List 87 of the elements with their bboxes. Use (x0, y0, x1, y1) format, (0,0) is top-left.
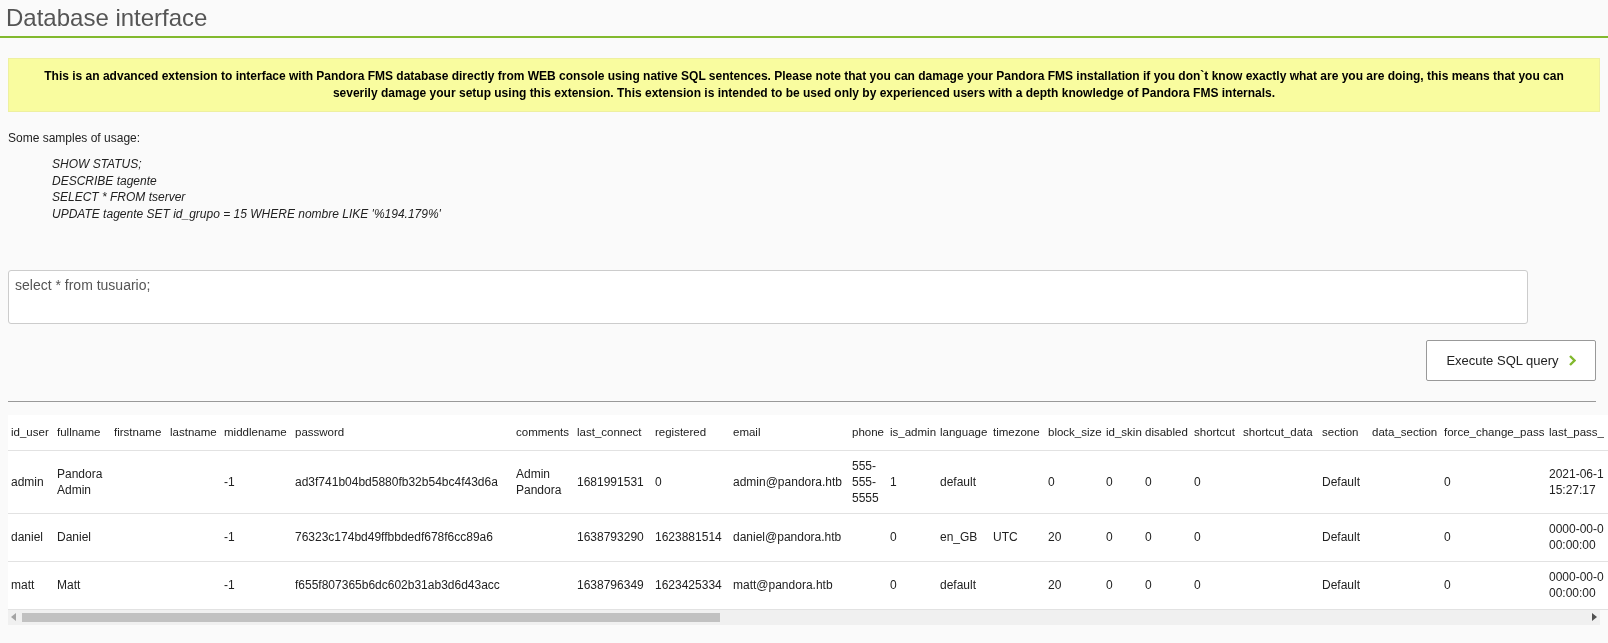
table-cell: Admin Pandora (516, 466, 562, 497)
table-cell: 1638796349 (577, 578, 644, 592)
column-header: fullname (57, 425, 101, 438)
column-header: shortcut (1194, 425, 1235, 438)
column-header: password (295, 425, 345, 438)
column-header: comments (516, 425, 570, 438)
table-cell: 0 (655, 474, 662, 489)
table-cell: 1623425334 (655, 578, 722, 592)
column-header: firstname (114, 425, 162, 438)
warning-message: This is an advanced extension to interface with Pandora FMS database directly from WEB console using native SQL sentences. Please note that you can damage your Pandora FMS installation if you don`t know exactly what are you are doing, this means that you can severily damage your setup using this extension. This extension is intended to be used only by experienced users with a depth knowledge of Pandora FMS internals. (8, 58, 1600, 112)
table-cell: 0 (1145, 530, 1152, 544)
table-cell: daniel@pandora.htb (733, 530, 842, 544)
table-cell: Daniel (57, 530, 92, 544)
table-cell: 0 (1444, 578, 1451, 592)
table-cell: -1 (224, 578, 235, 592)
table-cell: 0000-00-0 00:00:00 (1549, 522, 1604, 552)
column-header: phone (852, 425, 884, 438)
table-cell: 555-555-5555 (852, 458, 879, 505)
column-header: id_user (11, 425, 49, 438)
column-header: force_change_pass (1444, 425, 1545, 438)
table-cell: f655f807365b6dc602b31ab3d6d43acc (295, 578, 500, 592)
table-cell: 0 (890, 578, 897, 592)
table-cell: 20 (1048, 530, 1062, 544)
sample-query: SELECT * FROM tserver (52, 189, 186, 206)
table-cell: 20 (1048, 578, 1062, 592)
table-cell: 0 (1194, 474, 1201, 489)
column-header: id_skin (1106, 425, 1142, 438)
table-cell: en_GB (940, 530, 978, 544)
table-cell: UTC (993, 530, 1018, 544)
table-cell: 0 (1145, 578, 1152, 592)
table-cell: 0 (1048, 474, 1055, 489)
table-cell: Pandora Admin (57, 466, 103, 497)
table-cell: ad3f741b04bd5880fb32b54bc4f43d6a (295, 474, 498, 489)
table-cell: Default (1322, 474, 1361, 489)
sample-query: DESCRIBE tagente (52, 172, 157, 189)
table-cell: 1638793290 (577, 530, 644, 544)
table-cell: 0 (1106, 578, 1113, 592)
table-cell: matt@pandora.htb (733, 578, 833, 592)
query-textarea[interactable]: select * from tusuario; (8, 270, 1528, 324)
chevron-right-icon (1568, 355, 1576, 366)
table-cell: Matt (57, 578, 81, 592)
table-cell: 1 (890, 474, 897, 489)
table-cell: 0 (1444, 530, 1451, 544)
execute-sql-query-button[interactable]: Execute SQL query (1426, 340, 1596, 381)
table-cell: 0000-00-0 00:00:00 (1549, 570, 1604, 600)
column-header: registered (655, 425, 707, 438)
table-cell: 2021-06-1 15:27:17 (1549, 466, 1604, 497)
table-cell: -1 (224, 474, 235, 489)
table-cell: -1 (224, 530, 235, 544)
table-cell: default (940, 578, 977, 592)
table-cell: 0 (1145, 474, 1152, 489)
page-title: Database interface (6, 6, 208, 30)
table-cell: default (940, 474, 977, 489)
column-header: block_size (1048, 425, 1102, 438)
column-header: language (940, 425, 988, 438)
table-cell: 0 (1106, 530, 1113, 544)
table-cell: 0 (1444, 474, 1451, 489)
column-header: middlename (224, 425, 287, 438)
table-cell: daniel (11, 530, 44, 544)
table-cell: 0 (1106, 474, 1113, 489)
table-cell: 1623881514 (655, 530, 722, 544)
scrollbar-thumb[interactable] (22, 612, 720, 622)
table-cell: 0 (1194, 530, 1201, 544)
column-header: section (1322, 425, 1359, 438)
column-header: email (733, 425, 761, 438)
table-cell: admin (11, 474, 44, 489)
column-header: shortcut_data (1243, 425, 1313, 438)
scroll-left-icon[interactable] (11, 613, 17, 621)
column-header: data_section (1372, 425, 1438, 438)
column-header: last_connect (577, 425, 642, 438)
table-cell: 0 (890, 530, 897, 544)
column-header: last_pass_ (1549, 425, 1604, 438)
table-cell: matt (11, 578, 35, 592)
table-cell: 76323c174bd49ffbbdedf678f6cc89a6 (295, 530, 493, 544)
table-cell: Default (1322, 578, 1361, 592)
sample-query: SHOW STATUS; (52, 156, 142, 173)
sample-query: UPDATE tagente SET id_grupo = 15 WHERE nombre LIKE '%194.179%' (52, 205, 441, 222)
samples-label: Some samples of usage: (8, 130, 142, 147)
table-cell: Default (1322, 530, 1361, 544)
column-header: is_admin (890, 425, 937, 438)
table-cell: 1681991531 (577, 474, 644, 489)
column-header: lastname (170, 425, 217, 438)
column-header: disabled (1145, 425, 1188, 438)
scroll-right-icon[interactable] (1591, 613, 1597, 621)
table-cell: admin@pandora.htb (733, 474, 842, 489)
table-cell: 0 (1194, 578, 1201, 592)
column-header: timezone (993, 425, 1040, 438)
